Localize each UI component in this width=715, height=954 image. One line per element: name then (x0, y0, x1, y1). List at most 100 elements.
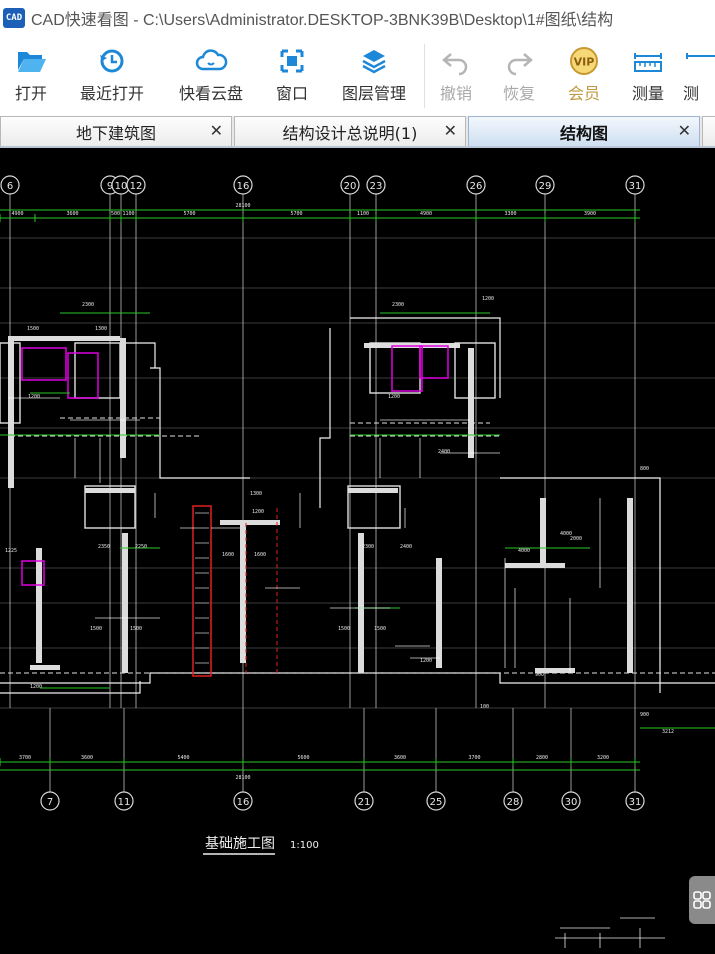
close-icon[interactable]: ✕ (444, 121, 457, 140)
ruler-icon (634, 53, 662, 72)
svg-text:1200: 1200 (388, 394, 400, 400)
dimension-text: 2300 2300 1200 1500 1300 2400 1300 1200 2350… (5, 296, 649, 718)
overall-dimension-bottom: 28100 (235, 775, 250, 781)
overall-dimension-top: 28100 (235, 203, 250, 209)
outline-lines (0, 317, 715, 694)
magenta-openings (21, 345, 449, 586)
history-clock-icon (100, 49, 124, 73)
tab-label: 结构设计总说明(1) (282, 123, 418, 143)
side-panel-toggle-button[interactable] (689, 876, 715, 924)
grid-icon (693, 891, 711, 909)
measure-area-button[interactable]: 测 (679, 36, 715, 116)
top-dimension: 5700 (290, 211, 302, 217)
bottom-dimension: 5600 (297, 755, 309, 761)
top-axis-label: 31 (629, 181, 642, 192)
layer-manager-button[interactable]: 图层管理 (324, 36, 424, 116)
tab-structural-design-notes[interactable]: 结构设计总说明(1) ✕ (234, 116, 466, 146)
svg-text:1200: 1200 (30, 684, 42, 690)
drawing-title: 基础施工图 (205, 835, 275, 852)
svg-text:1200: 1200 (420, 658, 432, 664)
bottom-dimension: 2800 (536, 755, 548, 761)
bottom-axis-label: 11 (118, 797, 131, 808)
redo-button[interactable]: 恢复 (487, 36, 551, 116)
window-frame-icon (280, 49, 304, 73)
open-button[interactable]: 打开 (0, 36, 62, 116)
top-dimension: 3900 (584, 211, 596, 217)
top-dimension: 5700 (183, 211, 195, 217)
svg-text:1200: 1200 (252, 509, 264, 515)
bottom-axis-label: 16 (237, 797, 250, 808)
undo-label: 撤销 (439, 84, 472, 103)
bottom-axis-label: 31 (629, 797, 642, 808)
section-detail (555, 917, 665, 948)
svg-text:1225: 1225 (5, 548, 17, 554)
svg-text:2300: 2300 (82, 302, 94, 308)
close-icon[interactable]: ✕ (678, 121, 691, 140)
drawing-canvas[interactable]: 4900 3600 500 1100 5700 5700 1100 4900 3300 3900 3… (0, 148, 715, 954)
measure-button[interactable]: 测量 (617, 36, 679, 116)
top-axis-label: 29 (539, 181, 552, 192)
svg-text:1600: 1600 (254, 552, 266, 558)
vip-badge-icon: VIP (570, 47, 598, 75)
svg-text:900: 900 (535, 672, 544, 678)
svg-text:1500: 1500 (374, 626, 386, 632)
hatched-column (192, 505, 212, 677)
right-dimension: 3212 (662, 729, 674, 735)
svg-text:800: 800 (640, 466, 649, 472)
recent-button[interactable]: 最近打开 (62, 36, 162, 116)
tab-next[interactable] (702, 116, 715, 146)
svg-text:2250: 2250 (135, 544, 147, 550)
cloud-icon (195, 49, 228, 71)
bottom-dimension: 3700 (19, 755, 31, 761)
measure-area-label: 测 (683, 84, 700, 103)
recent-label: 最近打开 (79, 84, 144, 103)
folder-open-icon (18, 52, 46, 72)
bottom-axis-label: 30 (565, 797, 578, 808)
vip-button[interactable]: VIP 会员 (551, 36, 617, 116)
cloud-button[interactable]: 快看云盘 (162, 36, 260, 116)
svg-text:1500: 1500 (130, 626, 142, 632)
top-axis-label: 16 (237, 181, 250, 192)
vip-label: 会员 (567, 84, 600, 103)
tab-label: 地下建筑图 (75, 123, 156, 143)
close-icon[interactable]: ✕ (210, 121, 223, 140)
bottom-dimension: 3700 (468, 755, 480, 761)
svg-text:2000: 2000 (570, 536, 582, 542)
svg-text:2400: 2400 (438, 449, 450, 455)
window-button[interactable]: 窗口 (260, 36, 324, 116)
top-dimension: 3300 (504, 211, 516, 217)
cad-drawing[interactable]: 4900 3600 500 1100 5700 5700 1100 4900 3300 39003… (0, 148, 715, 954)
top-dimension: 4900 (11, 211, 23, 217)
redo-icon (507, 53, 533, 76)
redo-label: 恢复 (502, 84, 535, 103)
svg-text:4000: 4000 (518, 548, 530, 554)
svg-text:1600: 1600 (222, 552, 234, 558)
bottom-axis-label: 7 (47, 797, 53, 808)
toolbar: 打开 最近打开 快看云盘 窗口 图层管理 撤销 恢复 VIP 会员 测量 测 (0, 36, 715, 116)
top-dimension: 1100 (122, 211, 134, 217)
top-dimension: 500 (111, 211, 120, 217)
svg-text:1500: 1500 (338, 626, 350, 632)
top-axis-label: 26 (470, 181, 483, 192)
svg-text:1300: 1300 (95, 326, 107, 332)
svg-text:2300: 2300 (392, 302, 404, 308)
bottom-axis-label: 28 (507, 797, 520, 808)
title-bar: CAD CAD快速看图 - C:\Users\Administrator.DES… (0, 0, 715, 36)
cloud-label: 快看云盘 (178, 84, 243, 103)
top-dimension: 3600 (66, 211, 78, 217)
svg-text:2350: 2350 (98, 544, 110, 550)
top-axis-label: 20 (344, 181, 357, 192)
top-dimension: 4900 (420, 211, 432, 217)
vip-badge-text: VIP (574, 56, 595, 69)
tab-structural-drawing[interactable]: 结构图 ✕ (468, 116, 700, 146)
bottom-dimension: 3600 (394, 755, 406, 761)
top-dimension: 1100 (357, 211, 369, 217)
svg-text:1300: 1300 (250, 491, 262, 497)
svg-text:1200: 1200 (482, 296, 494, 302)
svg-text:1500: 1500 (27, 326, 39, 332)
drawing-scale: 1:100 (290, 840, 319, 851)
top-axis-label: 12 (130, 181, 143, 192)
tab-underground-architecture[interactable]: 地下建筑图 ✕ (0, 116, 232, 146)
svg-text:2300: 2300 (362, 544, 374, 550)
undo-button[interactable]: 撤销 (425, 36, 487, 116)
